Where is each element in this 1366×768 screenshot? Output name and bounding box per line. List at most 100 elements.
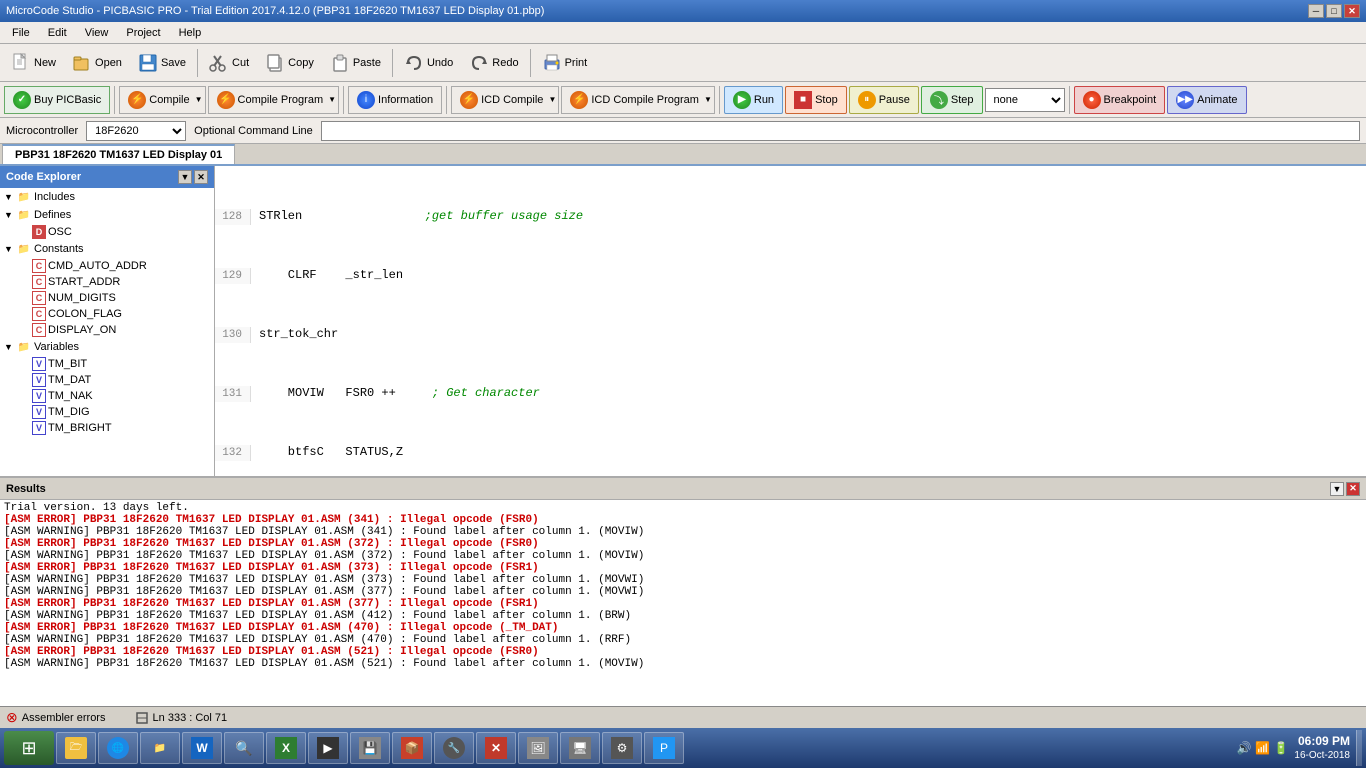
status-bar: ⊗ Assembler errors Ln 333 : Col 71 <box>0 706 1366 728</box>
open-button[interactable]: Open <box>65 48 129 78</box>
sidebar-close-button[interactable]: ✕ <box>194 170 208 184</box>
tab-file[interactable]: PBP31 18F2620 TM1637 LED Display 01 <box>2 144 235 164</box>
paste-icon <box>330 53 350 73</box>
pause-label: Pause <box>879 94 910 106</box>
menu-view[interactable]: View <box>77 25 117 41</box>
stop-button[interactable]: ■ Stop <box>785 86 847 114</box>
sidebar-item-display-on[interactable]: C DISPLAY_ON <box>0 322 214 338</box>
sidebar-item-cmd-auto-addr[interactable]: C CMD_AUTO_ADDR <box>0 258 214 274</box>
results-close-button[interactable]: ✕ <box>1346 482 1360 496</box>
result-warning-1: [ASM WARNING] PBP31 18F2620 TM1637 LED D… <box>4 526 1362 538</box>
code-line-130: 130 str_tok_chr <box>215 326 1366 343</box>
start-button[interactable]: ⊞ <box>4 731 54 765</box>
taskbar-app3[interactable]: 🔧 <box>434 732 474 764</box>
icd-compile-button[interactable]: ⚡ ICD Compile ▼ <box>451 86 559 114</box>
code-line-129: 129 CLRF _str_len <box>215 267 1366 284</box>
title-text: MicroCode Studio - PICBASIC PRO - Trial … <box>6 5 544 17</box>
sidebar-item-tm-dig[interactable]: V TM_DIG <box>0 404 214 420</box>
system-tray: 🔊 📶 🔋 06:09 PM 16-Oct-2018 <box>1237 730 1362 766</box>
sidebar-item-tm-nak[interactable]: V TM_NAK <box>0 388 214 404</box>
menu-file[interactable]: File <box>4 25 38 41</box>
icd-compile-label: ICD Compile <box>481 94 543 106</box>
taskbar-app8[interactable]: P <box>644 732 684 764</box>
sidebar-item-osc[interactable]: D OSC <box>0 224 214 240</box>
icd-compile-program-button[interactable]: ⚡ ICD Compile Program ▼ <box>561 86 715 114</box>
step-button[interactable]: ⤵ Step <box>921 86 983 114</box>
redo-icon <box>469 53 489 73</box>
sidebar-item-num-digits[interactable]: C NUM_DIGITS <box>0 290 214 306</box>
result-warning-4: [ASM WARNING] PBP31 18F2620 TM1637 LED D… <box>4 586 1362 598</box>
line-content-128: STRlen ;get buffer usage size <box>251 208 583 224</box>
taskbar-app7[interactable]: ⚙ <box>602 732 642 764</box>
breakpoint-button[interactable]: ● Breakpoint <box>1074 86 1166 114</box>
constants-label: Constants <box>34 243 84 255</box>
taskbar-app2-icon: 📦 <box>401 737 423 759</box>
taskbar-app4[interactable]: ✕ <box>476 732 516 764</box>
cut-button[interactable]: Cut <box>202 48 256 78</box>
sidebar-item-constants[interactable]: ▼ 📁 Constants <box>0 240 214 258</box>
close-button[interactable]: ✕ <box>1344 4 1360 18</box>
cut-label: Cut <box>232 57 249 69</box>
taskbar-app6[interactable]: 🖥 <box>560 732 600 764</box>
redo-button[interactable]: Redo <box>462 48 525 78</box>
taskbar-excel[interactable]: X <box>266 732 306 764</box>
results-content[interactable]: Trial version. 13 days left. [ASM ERROR]… <box>0 500 1366 706</box>
print-button[interactable]: Print <box>535 48 595 78</box>
compile-dropdown-arrow: ▼ <box>195 95 203 104</box>
undo-label: Undo <box>427 57 453 69</box>
animate-icon: ▶▶ <box>1176 91 1194 109</box>
sidebar-item-tm-bit[interactable]: V TM_BIT <box>0 356 214 372</box>
save-button[interactable]: Save <box>131 48 193 78</box>
pause-button[interactable]: ⏸ Pause <box>849 86 919 114</box>
paste-button[interactable]: Paste <box>323 48 388 78</box>
animate-button[interactable]: ▶▶ Animate <box>1167 86 1246 114</box>
copy-button[interactable]: Copy <box>258 48 321 78</box>
taskbar-media[interactable]: ▶ <box>308 732 348 764</box>
menu-project[interactable]: Project <box>118 25 168 41</box>
show-desktop-button[interactable] <box>1356 730 1362 766</box>
minimize-button[interactable]: ─ <box>1308 4 1324 18</box>
optional-cmd-input[interactable] <box>321 121 1360 141</box>
compile-program-button[interactable]: ⚡ Compile Program ▼ <box>208 86 340 114</box>
run-button[interactable]: ▶ Run <box>724 86 783 114</box>
sidebar-item-defines[interactable]: ▼ 📁 Defines <box>0 206 214 224</box>
tm-bright-label: TM_BRIGHT <box>48 422 112 434</box>
variables-folder-icon: 📁 <box>16 339 32 355</box>
icd-compile-program-icon: ⚡ <box>570 91 588 109</box>
sidebar-arrow-button[interactable]: ▼ <box>178 170 192 184</box>
result-line-trial: Trial version. 13 days left. <box>4 502 1362 514</box>
run-icon: ▶ <box>733 91 751 109</box>
none-select[interactable]: none <box>985 88 1065 112</box>
sidebar-item-start-addr[interactable]: C START_ADDR <box>0 274 214 290</box>
maximize-button[interactable]: □ <box>1326 4 1342 18</box>
taskbar-search[interactable]: 🔍 <box>224 732 264 764</box>
sidebar-item-includes[interactable]: ▼ 📁 Includes <box>0 188 214 206</box>
buy-picbasic-button[interactable]: ✓ Buy PICBasic <box>4 86 110 114</box>
taskbar-files[interactable]: 📁 <box>140 732 180 764</box>
sidebar-item-tm-bright[interactable]: V TM_BRIGHT <box>0 420 214 436</box>
taskbar-word[interactable]: W <box>182 732 222 764</box>
sidebar-item-colon-flag[interactable]: C COLON_FLAG <box>0 306 214 322</box>
sidebar-item-tm-dat[interactable]: V TM_DAT <box>0 372 214 388</box>
code-editor[interactable]: 128 STRlen ;get buffer usage size 129 CL… <box>215 166 1366 476</box>
sidebar-item-variables[interactable]: ▼ 📁 Variables <box>0 338 214 356</box>
taskbar-clock[interactable]: 06:09 PM 16-Oct-2018 <box>1294 734 1350 763</box>
tab-bar: PBP31 18F2620 TM1637 LED Display 01 <box>0 144 1366 166</box>
microcontroller-select[interactable]: 18F2620 16F877A 18F452 16F628A <box>86 121 186 141</box>
compile-button[interactable]: ⚡ Compile ▼ <box>119 86 205 114</box>
results-arrow-button[interactable]: ▼ <box>1330 482 1344 496</box>
undo-button[interactable]: Undo <box>397 48 460 78</box>
includes-arrow: ▼ <box>4 192 16 202</box>
taskbar-app5[interactable]: 🖼 <box>518 732 558 764</box>
tm-bit-icon: V <box>32 357 46 371</box>
start-addr-label: START_ADDR <box>48 276 120 288</box>
menu-help[interactable]: Help <box>171 25 210 41</box>
taskbar-app1[interactable]: 💾 <box>350 732 390 764</box>
position-text: Ln 333 : Col 71 <box>153 711 228 723</box>
taskbar-browser[interactable]: 🌐 <box>98 732 138 764</box>
information-button[interactable]: i Information <box>348 86 442 114</box>
taskbar-folder[interactable]: 🗁 <box>56 732 96 764</box>
menu-edit[interactable]: Edit <box>40 25 75 41</box>
new-button[interactable]: New <box>4 48 63 78</box>
taskbar-app2[interactable]: 📦 <box>392 732 432 764</box>
